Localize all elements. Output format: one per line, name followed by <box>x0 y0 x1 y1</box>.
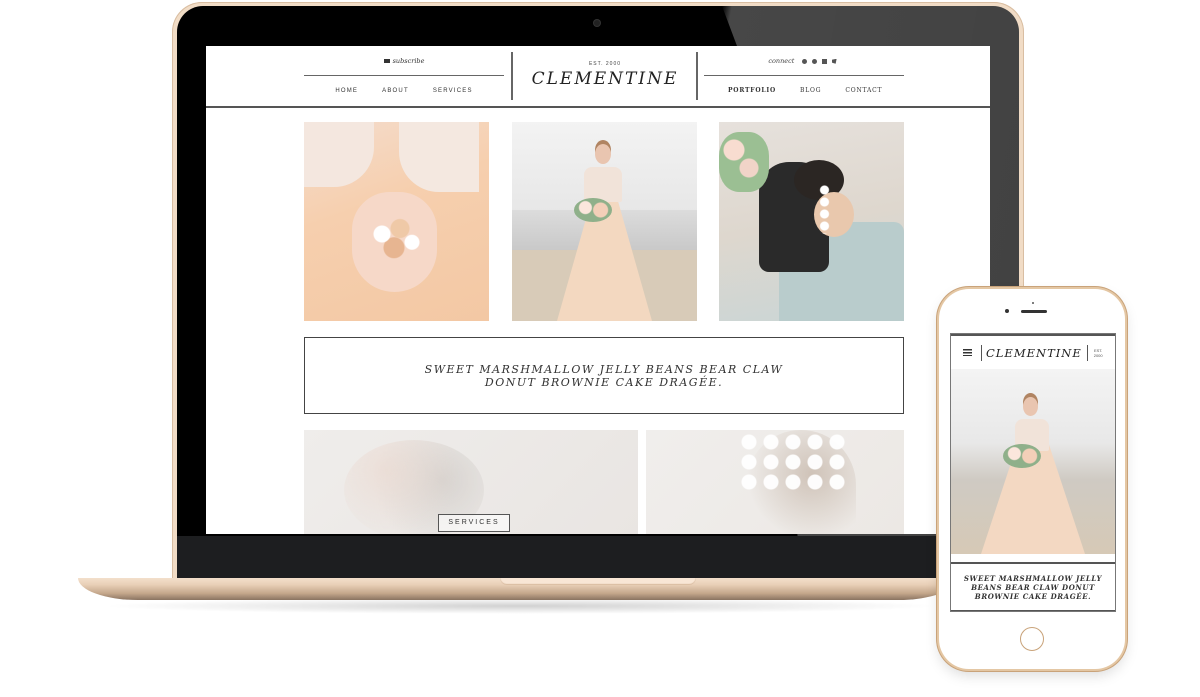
header-right: connect PORTFOLIO BLOG CONTACT <box>704 46 904 106</box>
nav-portfolio[interactable]: PORTFOLIO <box>728 76 776 106</box>
est-line: 2000 <box>1093 352 1103 358</box>
header-divider <box>1086 344 1088 361</box>
mobile-hero-photo[interactable] <box>951 369 1115 554</box>
webcam-icon <box>594 20 600 26</box>
photo-detail <box>1003 444 1041 468</box>
pinterest-icon[interactable] <box>812 58 818 64</box>
phone-camera-icon <box>1005 309 1009 313</box>
site-logo[interactable]: CLEMENTINE <box>514 69 696 89</box>
home-button[interactable] <box>1020 627 1044 651</box>
mobile-est: EST. 2000 <box>1094 348 1103 358</box>
mobile-logo[interactable]: CLEMENTINE <box>986 346 1082 360</box>
photo-detail <box>304 122 374 187</box>
nav-home[interactable]: HOME <box>335 76 358 106</box>
nav-blog[interactable]: BLOG <box>800 76 821 106</box>
est-label: EST. 2000 <box>588 61 622 67</box>
connect-row: connect <box>704 46 904 76</box>
phone-speaker <box>1021 310 1047 313</box>
photo-detail <box>595 144 611 164</box>
gallery-photo-couple[interactable] <box>719 122 904 321</box>
services-button[interactable]: SERVICES <box>438 514 510 532</box>
laptop-notch <box>500 578 696 585</box>
brand[interactable]: EST. 2000 CLEMENTINE <box>514 46 696 106</box>
header-divider <box>981 344 982 361</box>
photo-detail <box>1023 397 1038 416</box>
laptop-screen: subscribe HOME ABOUT SERVICES EST. 2000 … <box>206 46 990 534</box>
header-divider <box>696 52 698 100</box>
nav-left: HOME ABOUT SERVICES <box>304 76 504 106</box>
phone-screen: CLEMENTINE EST. 2000 SWEET MARSHMALLOW J… <box>950 333 1116 612</box>
subscribe-link[interactable]: subscribe <box>304 46 504 76</box>
mobile-header: CLEMENTINE EST. 2000 <box>951 334 1115 371</box>
quote-text: SWEET MARSHMALLOW JELLY BEANS BEAR CLAW … <box>424 362 784 389</box>
site-header: subscribe HOME ABOUT SERVICES EST. 2000 … <box>206 46 990 108</box>
nav-contact[interactable]: CONTACT <box>845 76 882 106</box>
phone: CLEMENTINE EST. 2000 SWEET MARSHMALLOW J… <box>939 289 1125 669</box>
nav-right: PORTFOLIO BLOG CONTACT <box>704 76 904 106</box>
laptop-shadow <box>100 598 940 614</box>
facebook-icon[interactable] <box>821 58 827 64</box>
instagram-icon[interactable] <box>802 58 808 64</box>
envelope-icon <box>383 59 390 63</box>
photo-detail <box>584 167 622 202</box>
subscribe-label: subscribe <box>392 57 425 65</box>
header-divider <box>511 52 513 100</box>
bezel-chin <box>177 536 1019 580</box>
connect-label: connect <box>768 57 795 65</box>
photo-detail <box>738 432 848 490</box>
quote-box: SWEET MARSHMALLOW JELLY BEANS BEAR CLAW … <box>304 337 904 414</box>
photo-detail <box>399 122 479 192</box>
mobile-quote-text: SWEET MARSHMALLOW JELLY BEANS BEAR CLAW … <box>963 573 1103 601</box>
photo-detail <box>817 184 832 234</box>
phone-sensor <box>1032 302 1034 304</box>
portrait-tile[interactable] <box>646 430 904 534</box>
photo-detail <box>574 198 612 222</box>
nav-about[interactable]: ABOUT <box>382 76 409 106</box>
gallery-photo-shells[interactable] <box>304 122 489 321</box>
hamburger-menu-icon[interactable] <box>963 349 972 356</box>
header-left: subscribe HOME ABOUT SERVICES <box>304 46 504 106</box>
photo-detail <box>364 212 424 267</box>
twitter-icon[interactable] <box>831 58 837 64</box>
mobile-quote-box: SWEET MARSHMALLOW JELLY BEANS BEAR CLAW … <box>951 562 1115 611</box>
nav-services[interactable]: SERVICES <box>433 76 473 106</box>
est-line: EST. <box>1093 347 1103 353</box>
gallery-photo-bride[interactable] <box>512 122 697 321</box>
photo-detail <box>719 132 769 192</box>
